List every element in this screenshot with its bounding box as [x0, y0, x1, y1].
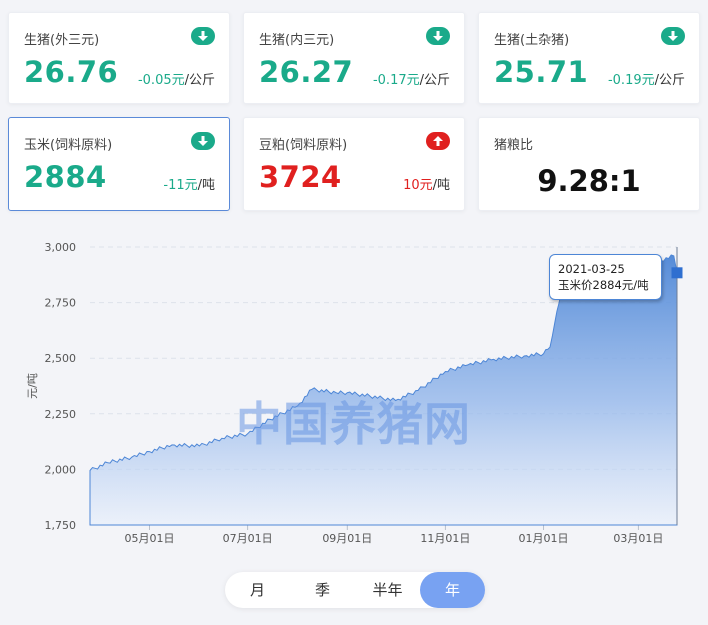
x-tick-label: 09月01日 [322, 532, 372, 545]
y-tick-label: 2,250 [45, 408, 77, 421]
range-year-button[interactable]: 年 [420, 572, 485, 608]
y-tick-label: 2,750 [45, 297, 77, 310]
arrow-down-icon [661, 27, 685, 45]
x-tick-label: 01月01日 [519, 532, 569, 545]
y-axis-label: 元/吨 [26, 373, 39, 399]
y-tick-label: 2,500 [45, 352, 77, 365]
card-change: -0.17元/公斤 [372, 73, 450, 88]
tooltip-date: 2021-03-25 [558, 262, 625, 276]
card-change: -0.19元/公斤 [607, 73, 685, 88]
tooltip-value: 玉米价2884元/吨 [558, 278, 649, 292]
card-change: -11元/吨 [163, 178, 215, 193]
card-pig-external[interactable]: 生猪(外三元) 26.76 -0.05元/公斤 [8, 12, 230, 104]
card-price: 26.76 [24, 55, 119, 89]
card-pig-local[interactable]: 生猪(土杂猪) 25.71 -0.19元/公斤 [478, 12, 700, 104]
y-tick-label: 2,000 [45, 463, 77, 476]
x-tick-label: 11月01日 [420, 532, 470, 545]
chart-tooltip: 2021-03-25 玉米价2884元/吨 [549, 254, 662, 300]
arrow-down-icon [426, 27, 450, 45]
card-title: 玉米(饲料原料) [24, 138, 113, 153]
arrow-down-icon [191, 27, 215, 45]
card-pig-internal[interactable]: 生猪(内三元) 26.27 -0.17元/公斤 [243, 12, 465, 104]
y-tick-label: 3,000 [45, 241, 77, 254]
card-title: 猪粮比 [494, 138, 534, 153]
arrow-down-icon [191, 132, 215, 150]
range-selector: 月 季 半年 年 [225, 572, 485, 608]
card-title: 豆粕(饲料原料) [259, 138, 348, 153]
card-ratio[interactable]: 猪粮比 9.28:1 [478, 117, 700, 211]
range-month-button[interactable]: 月 [225, 572, 290, 608]
range-halfyear-button[interactable]: 半年 [355, 572, 420, 608]
x-tick-label: 07月01日 [223, 532, 273, 545]
arrow-up-icon [426, 132, 450, 150]
card-soymeal[interactable]: 豆粕(饲料原料) 3724 10元/吨 [243, 117, 465, 211]
y-tick-label: 1,750 [45, 519, 77, 532]
card-title: 生猪(土杂猪) [494, 33, 570, 48]
card-title: 生猪(内三元) [259, 33, 335, 48]
ratio-value: 9.28:1 [537, 164, 641, 198]
card-price: 3724 [259, 160, 342, 194]
card-change: 10元/吨 [403, 178, 450, 193]
watermark: 中国养猪网 [236, 397, 471, 451]
range-quarter-button[interactable]: 季 [290, 572, 355, 608]
x-tick-label: 05月01日 [125, 532, 175, 545]
card-price: 26.27 [259, 55, 354, 89]
card-corn[interactable]: 玉米(饲料原料) 2884 -11元/吨 [8, 117, 230, 211]
card-price: 2884 [24, 160, 107, 194]
x-tick-label: 03月01日 [613, 532, 663, 545]
hover-marker [671, 267, 683, 279]
card-title: 生猪(外三元) [24, 33, 100, 48]
card-change: -0.05元/公斤 [137, 73, 215, 88]
card-price: 25.71 [494, 55, 589, 89]
